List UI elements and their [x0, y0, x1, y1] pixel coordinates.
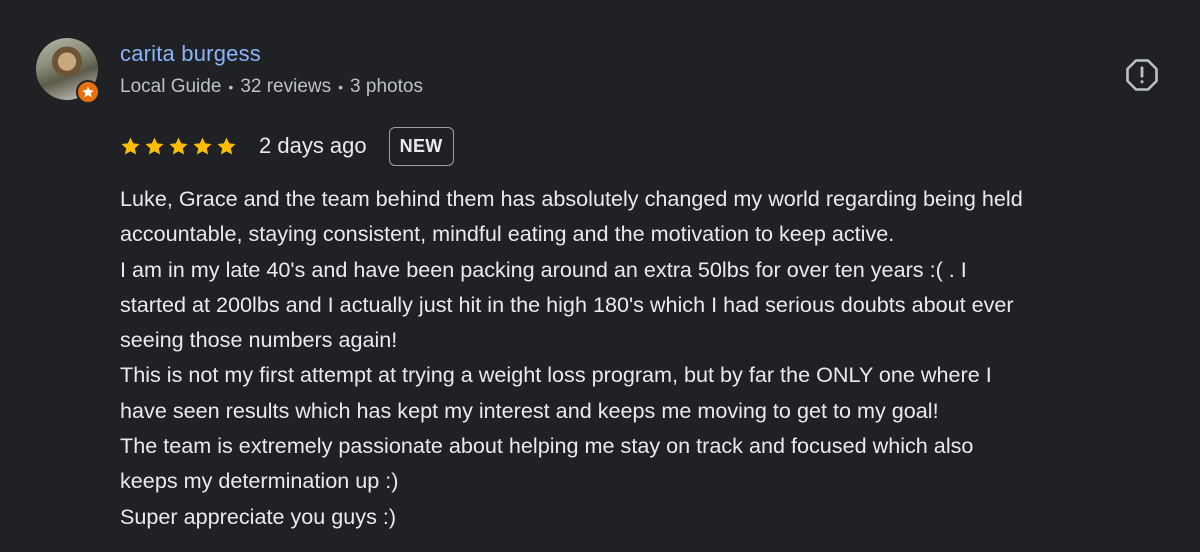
- reviewer-photo-count: 3 photos: [350, 76, 423, 97]
- star-icon: [82, 86, 94, 98]
- reviewer-meta: Local Guide • 32 reviews • 3 photos: [120, 76, 423, 98]
- review-text: Luke, Grace and the team behind them has…: [120, 181, 1190, 534]
- reviewer-review-count: 32 reviews: [240, 76, 332, 97]
- review-text-line: Super appreciate you guys :): [120, 503, 397, 529]
- reviewer-role: Local Guide: [120, 76, 222, 97]
- meta-separator: •: [228, 79, 234, 95]
- new-badge: NEW: [388, 126, 454, 166]
- review-text-line: started at 200lbs and I actually just hi…: [120, 291, 1014, 317]
- meta-separator: •: [338, 79, 344, 95]
- review-text-line: The team is extremely passionate about h…: [120, 433, 974, 459]
- review-text-line: This is not my first attempt at trying a…: [120, 362, 992, 388]
- reviewer-name-link[interactable]: carita burgess: [120, 41, 261, 67]
- review-text-line: seeing those numbers again!: [120, 327, 398, 353]
- review-text-line: I am in my late 40's and have been packi…: [120, 256, 967, 282]
- local-guide-badge-icon: [76, 80, 100, 104]
- star-icon: [217, 137, 236, 155]
- rating-row: 2 days ago NEW: [120, 125, 454, 167]
- review-text-line: have seen results which has kept my inte…: [120, 397, 939, 423]
- star-rating: [120, 136, 237, 157]
- report-review-button[interactable]: [1124, 57, 1160, 93]
- review-text-line: keeps my determination up :): [120, 468, 399, 494]
- star-icon: [121, 137, 140, 155]
- report-flag-icon: [1126, 59, 1158, 91]
- star-icon: [169, 137, 188, 155]
- star-icon: [145, 137, 164, 155]
- avatar-container[interactable]: [36, 38, 100, 104]
- review-text-line: Luke, Grace and the team behind them has…: [120, 186, 1023, 211]
- review-text-line: accountable, staying consistent, mindful…: [120, 221, 895, 247]
- review-card: carita burgess Local Guide • 32 reviews …: [0, 0, 1200, 552]
- review-date: 2 days ago: [259, 133, 367, 158]
- star-icon: [193, 137, 212, 155]
